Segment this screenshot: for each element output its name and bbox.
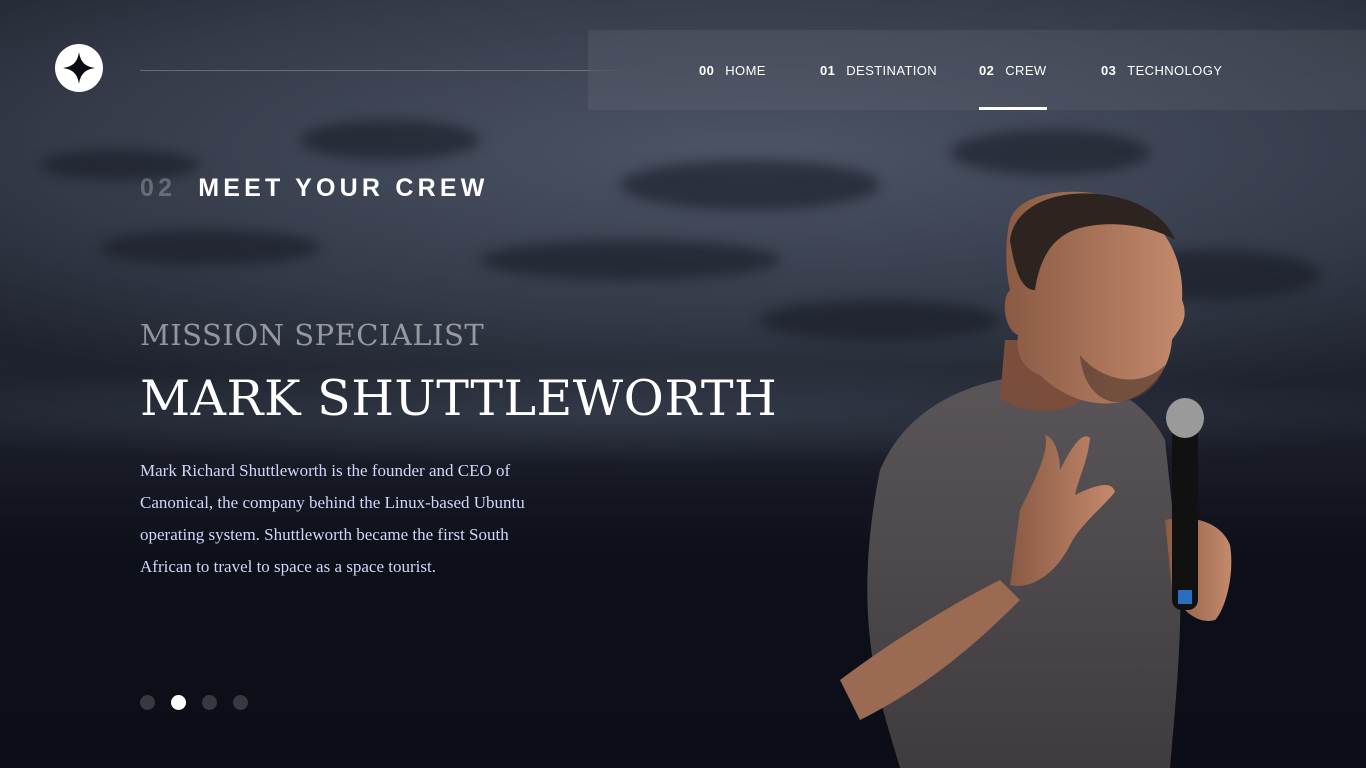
nav-item-number: 02 [979, 62, 995, 78]
carousel-dot[interactable] [140, 695, 155, 710]
crew-member-photo [840, 191, 1232, 768]
carousel-dot[interactable] [202, 695, 217, 710]
main-nav: 00 HOME 01 DESTINATION 02 CREW 03 TECHNO… [588, 30, 1366, 110]
nav-item-crew[interactable]: 02 CREW [979, 30, 1047, 110]
carousel-dot[interactable] [233, 695, 248, 710]
nav-item-home[interactable]: 00 HOME [699, 30, 766, 110]
nav-item-number: 01 [820, 62, 836, 78]
page-title: 02 MEET YOUR CREW [140, 174, 489, 203]
carousel-dot-active[interactable] [171, 695, 186, 710]
nav-item-label: CREW [1005, 62, 1047, 78]
crew-role: MISSION SPECIALIST [140, 318, 485, 352]
page-title-label: MEET YOUR CREW [198, 174, 489, 202]
crew-bio: Mark Richard Shuttleworth is the founder… [140, 461, 525, 576]
nav-item-label: HOME [725, 62, 766, 78]
carousel-dots [140, 695, 248, 710]
nav-item-technology[interactable]: 03 TECHNOLOGY [1101, 30, 1222, 110]
nav-item-number: 00 [699, 62, 715, 78]
nav-item-number: 03 [1101, 62, 1117, 78]
nav-item-destination[interactable]: 01 DESTINATION [820, 30, 937, 110]
nav-item-label: TECHNOLOGY [1127, 62, 1223, 78]
page-title-number: 02 [140, 174, 177, 202]
logo-star-icon[interactable] [55, 44, 103, 92]
nav-item-label: DESTINATION [846, 62, 938, 78]
header-divider [140, 70, 618, 71]
crew-name: MARK SHUTTLEWORTH [140, 370, 778, 427]
